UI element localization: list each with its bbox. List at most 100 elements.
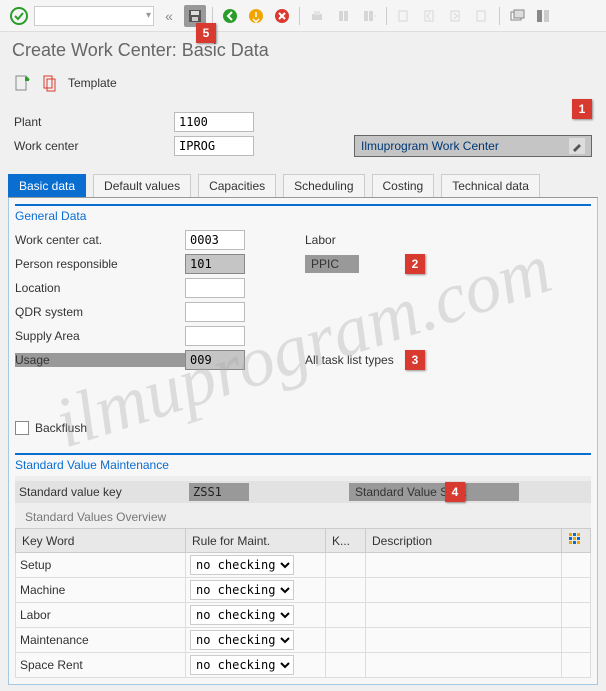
cell-desc[interactable] <box>366 653 562 678</box>
col-rule[interactable]: Rule for Maint. <box>186 529 326 553</box>
layout-icon[interactable] <box>532 5 554 27</box>
work-center-desc-input[interactable]: Ilmuprogram Work Center <box>354 135 592 157</box>
save-button[interactable]: 5 <box>184 5 206 27</box>
cell-spacer <box>562 553 591 578</box>
grid-settings-icon[interactable] <box>568 532 584 548</box>
usage-desc: All task list types <box>305 353 394 367</box>
prev-page-icon <box>419 5 441 27</box>
rule-select[interactable]: no checking <box>190 605 294 625</box>
next-page-icon <box>445 5 467 27</box>
work-center-cat-label: Work center cat. <box>15 233 185 247</box>
general-data-group: General Data Work center cat. Labor Pers… <box>15 204 591 435</box>
main-toolbar: « 5 <box>0 0 606 32</box>
rule-select[interactable]: no checking <box>190 580 294 600</box>
cell-desc[interactable] <box>366 578 562 603</box>
col-keyword[interactable]: Key Word <box>16 529 186 553</box>
cell-spacer <box>562 578 591 603</box>
cell-desc[interactable] <box>366 603 562 628</box>
cell-desc[interactable] <box>366 628 562 653</box>
callout-4: 4 <box>445 482 465 502</box>
find-icon <box>332 5 354 27</box>
col-desc[interactable]: Description <box>366 529 562 553</box>
svm-title: Standard Value Maintenance <box>15 455 591 476</box>
qdr-system-input[interactable] <box>185 302 245 322</box>
callout-2: 2 <box>405 254 425 274</box>
cell-spacer <box>562 653 591 678</box>
tab-capacities[interactable]: Capacities <box>198 174 276 197</box>
callout-1: 1 <box>572 99 592 119</box>
tab-basic-data[interactable]: Basic data <box>8 174 86 197</box>
table-row: Machineno checking <box>16 578 591 603</box>
tab-strip: Basic data Default values Capacities Sch… <box>8 174 598 198</box>
supply-area-input[interactable] <box>185 326 245 346</box>
standard-value-key-label: Standard value key <box>19 485 189 499</box>
exit-icon[interactable] <box>245 5 267 27</box>
template-label[interactable]: Template <box>68 76 117 90</box>
last-page-icon <box>471 5 493 27</box>
person-responsible-input[interactable] <box>185 254 245 274</box>
standard-value-maintenance-group: Standard Value Maintenance Standard valu… <box>15 453 591 678</box>
callout-5: 5 <box>196 23 216 43</box>
cell-keyword: Machine <box>16 578 186 603</box>
work-center-cat-desc: Labor <box>305 233 336 247</box>
cell-spacer <box>562 628 591 653</box>
tab-default-values[interactable]: Default values <box>93 174 191 197</box>
standard-values-table: Key Word Rule for Maint. K... Descriptio… <box>15 528 591 678</box>
print-icon <box>306 5 328 27</box>
tab-scheduling[interactable]: Scheduling <box>283 174 364 197</box>
person-responsible-desc: PPIC <box>305 255 359 273</box>
first-page-icon <box>393 5 415 27</box>
basic-data-pane: General Data Work center cat. Labor Pers… <box>8 198 598 685</box>
cancel-icon[interactable] <box>271 5 293 27</box>
cell-k[interactable] <box>326 578 366 603</box>
standard-value-key-desc: Standard Value SS 1 <box>349 483 519 501</box>
back-icon[interactable] <box>219 5 241 27</box>
cell-rule[interactable]: no checking <box>186 628 326 653</box>
cell-keyword: Maintenance <box>16 628 186 653</box>
collapse-left-icon[interactable]: « <box>158 5 180 27</box>
cell-keyword: Space Rent <box>16 653 186 678</box>
find-next-icon <box>358 5 380 27</box>
usage-input[interactable] <box>185 350 245 370</box>
rule-select[interactable]: no checking <box>190 630 294 650</box>
cell-k[interactable] <box>326 628 366 653</box>
cell-k[interactable] <box>326 653 366 678</box>
plant-input[interactable] <box>174 112 254 132</box>
standard-values-overview-title: Standard Values Overview <box>15 506 591 528</box>
location-input[interactable] <box>185 278 245 298</box>
col-k[interactable]: K... <box>326 529 366 553</box>
general-data-title: General Data <box>15 206 591 227</box>
backflush-checkbox[interactable] <box>15 421 29 435</box>
rule-select[interactable]: no checking <box>190 655 294 675</box>
col-settings[interactable] <box>562 529 591 553</box>
command-field[interactable] <box>34 6 154 26</box>
edit-text-icon[interactable] <box>569 138 585 154</box>
cell-rule[interactable]: no checking <box>186 603 326 628</box>
cell-rule[interactable]: no checking <box>186 653 326 678</box>
rule-select[interactable]: no checking <box>190 555 294 575</box>
table-row: Maintenanceno checking <box>16 628 591 653</box>
standard-value-key-input[interactable]: ZSS1 <box>189 483 249 501</box>
cell-desc[interactable] <box>366 553 562 578</box>
callout-3: 3 <box>405 350 425 370</box>
cell-k[interactable] <box>326 553 366 578</box>
ok-icon[interactable] <box>8 5 30 27</box>
cell-rule[interactable]: no checking <box>186 553 326 578</box>
work-center-cat-input[interactable] <box>185 230 245 250</box>
work-center-input[interactable] <box>174 136 254 156</box>
tab-costing[interactable]: Costing <box>372 174 435 197</box>
template-icon[interactable] <box>40 73 60 93</box>
cell-spacer <box>562 603 591 628</box>
page-title: Create Work Center: Basic Data <box>0 32 606 69</box>
header-fields: Plant 1 Work center Ilmuprogram Work Cen… <box>8 103 598 166</box>
create-icon[interactable] <box>12 73 32 93</box>
table-row: Space Rentno checking <box>16 653 591 678</box>
cell-k[interactable] <box>326 603 366 628</box>
toolbar-separator <box>499 7 500 25</box>
work-center-desc-text: Ilmuprogram Work Center <box>361 139 499 153</box>
supply-area-label: Supply Area <box>15 329 185 343</box>
new-window-icon[interactable] <box>506 5 528 27</box>
cell-rule[interactable]: no checking <box>186 578 326 603</box>
toolbar-separator <box>386 7 387 25</box>
tab-technical-data[interactable]: Technical data <box>441 174 540 197</box>
